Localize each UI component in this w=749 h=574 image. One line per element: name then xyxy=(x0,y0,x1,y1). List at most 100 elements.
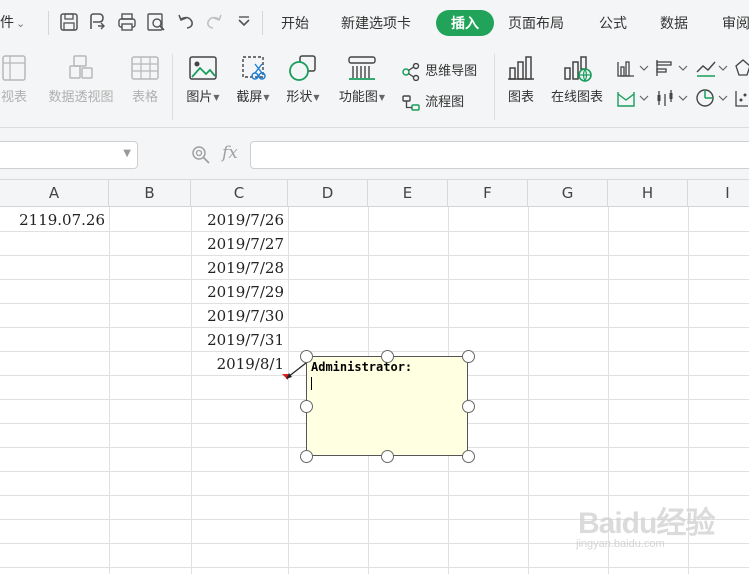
table-button[interactable]: 表格 xyxy=(126,54,164,105)
mind-map-icon xyxy=(402,62,420,81)
insert-function-button[interactable]: fx xyxy=(222,143,238,163)
function-chart-button[interactable]: 功能图▼ xyxy=(332,54,392,105)
insert-ribbon: 视表 数据透视图 表格 图片▼ 截屏▼ 形状▼ 功能图▼ 思维导图 流程图 图表… xyxy=(0,46,749,128)
area-chart-icon xyxy=(617,92,649,107)
online-chart-button[interactable]: 在线图表 xyxy=(546,54,608,105)
tab-new-tab[interactable]: 新建选项卡 xyxy=(341,13,411,33)
column-header-g[interactable]: G xyxy=(528,180,608,207)
print-icon[interactable] xyxy=(116,11,138,33)
line-chart-button[interactable] xyxy=(695,58,729,82)
column-header-f[interactable]: F xyxy=(448,180,528,207)
resize-handle-bottom-left[interactable] xyxy=(300,450,313,463)
cell-c5[interactable]: 2019/7/30 xyxy=(191,304,288,328)
print-preview-icon[interactable] xyxy=(145,11,167,33)
function-chart-label: 功能图 xyxy=(338,90,378,105)
comment-author: Administrator: xyxy=(311,360,413,374)
redo-icon[interactable] xyxy=(203,11,225,33)
resize-handle-bottom[interactable] xyxy=(381,450,394,463)
comment-connector xyxy=(286,362,307,379)
baidu-watermark: Baidu经验 jingyan.baidu.com xyxy=(576,494,736,564)
pivot-table-button[interactable]: 视表 xyxy=(0,54,32,105)
comment-box[interactable]: Administrator: xyxy=(306,356,468,456)
column-header-h[interactable]: H xyxy=(608,180,688,207)
column-chart-icon xyxy=(617,61,649,77)
resize-handle-left[interactable] xyxy=(300,400,313,413)
column-header-a[interactable]: A xyxy=(0,180,109,207)
undo-icon[interactable] xyxy=(175,11,197,33)
name-box[interactable]: ▼ xyxy=(0,141,138,169)
cell-c1[interactable]: 2019/7/26 xyxy=(191,208,288,232)
picture-button[interactable]: 图片▼ xyxy=(180,54,226,105)
table-label: 表格 xyxy=(131,90,158,105)
chart-button[interactable]: 图表 xyxy=(502,54,540,105)
tab-review[interactable]: 审阅 xyxy=(722,13,749,33)
pivot-chart-icon xyxy=(69,55,93,79)
scatter-chart-icon xyxy=(735,91,748,107)
cell-c6[interactable]: 2019/7/31 xyxy=(191,328,288,352)
shapes-button[interactable]: 形状▼ xyxy=(280,54,326,105)
flowchart-label: 流程图 xyxy=(425,95,465,110)
gridline xyxy=(0,231,749,232)
chart-label: 图表 xyxy=(507,90,534,105)
pivot-chart-label: 数据透视图 xyxy=(48,90,114,105)
cell-c3[interactable]: 2019/7/28 xyxy=(191,256,288,280)
tab-formulas[interactable]: 公式 xyxy=(599,13,627,33)
chevron-down-icon: ▼ xyxy=(123,148,131,159)
menu-tab-bar: 件 ⌄ 开始 新建选项卡 插入 页面布局 公式 数据 审阅 xyxy=(0,0,749,46)
cell-c7[interactable]: 2019/8/1 xyxy=(191,352,288,376)
resize-handle-top-right[interactable] xyxy=(462,350,475,363)
save-icon[interactable] xyxy=(58,11,80,33)
formula-input[interactable] xyxy=(250,141,749,169)
pivot-chart-button[interactable]: 数据透视图 xyxy=(42,54,120,105)
customize-toolbar-icon[interactable] xyxy=(233,11,255,33)
divider xyxy=(48,11,49,35)
column-header-i[interactable]: I xyxy=(688,180,749,207)
gridline xyxy=(0,351,749,352)
stock-chart-icon xyxy=(657,90,688,106)
gridline xyxy=(0,327,749,328)
flowchart-icon xyxy=(402,94,420,111)
resize-handle-top-left[interactable] xyxy=(300,350,313,363)
zoom-icon[interactable] xyxy=(190,144,212,166)
tab-insert[interactable]: 插入 xyxy=(436,10,494,36)
cell-c4[interactable]: 2019/7/29 xyxy=(191,280,288,304)
horizontal-bar-chart-icon xyxy=(656,60,688,76)
column-header-e[interactable]: E xyxy=(368,180,448,207)
flowchart-button[interactable]: 流程图 xyxy=(401,91,464,112)
dropdown-arrow-icon: ▼ xyxy=(313,93,320,102)
mind-map-button[interactable]: 思维导图 xyxy=(401,60,477,81)
resize-handle-right[interactable] xyxy=(462,400,475,413)
bar-chart-button[interactable] xyxy=(655,58,689,82)
formula-bar: ▼ fx xyxy=(0,128,749,180)
scatter-chart-button[interactable] xyxy=(734,88,749,112)
cell-a1[interactable]: 2119.07.26 xyxy=(0,208,109,232)
watermark-brand: Baidu经验 xyxy=(578,507,715,540)
tab-home[interactable]: 开始 xyxy=(281,13,309,33)
screenshot-button[interactable]: 截屏▼ xyxy=(230,54,276,105)
resize-handle-bottom-right[interactable] xyxy=(462,450,475,463)
pie-chart-button[interactable] xyxy=(695,88,729,112)
tab-data[interactable]: 数据 xyxy=(660,13,688,33)
gridline xyxy=(0,255,749,256)
shapes-icon xyxy=(289,55,316,81)
screenshot-icon xyxy=(242,56,266,80)
radar-chart-button[interactable] xyxy=(734,58,749,82)
column-header-d[interactable]: D xyxy=(288,180,368,207)
watermark-url: jingyan.baidu.com xyxy=(576,538,665,550)
cell-c2[interactable]: 2019/7/27 xyxy=(191,232,288,256)
resize-handle-top[interactable] xyxy=(381,350,394,363)
export-pdf-icon[interactable] xyxy=(86,11,108,33)
file-menu[interactable]: 件 ⌄ xyxy=(0,12,25,32)
picture-icon xyxy=(189,56,217,80)
area-chart-button[interactable] xyxy=(616,88,650,112)
screenshot-label: 截屏 xyxy=(236,90,263,105)
dropdown-arrow-icon: ▼ xyxy=(263,93,270,102)
column-header-c[interactable]: C xyxy=(191,180,288,207)
column-chart-button[interactable] xyxy=(616,58,650,82)
divider xyxy=(262,11,263,35)
pivot-table-label: 视表 xyxy=(0,90,27,105)
stock-chart-button[interactable] xyxy=(655,88,689,112)
column-header-b[interactable]: B xyxy=(109,180,191,207)
text-cursor xyxy=(311,377,312,390)
tab-page-layout[interactable]: 页面布局 xyxy=(508,13,564,33)
